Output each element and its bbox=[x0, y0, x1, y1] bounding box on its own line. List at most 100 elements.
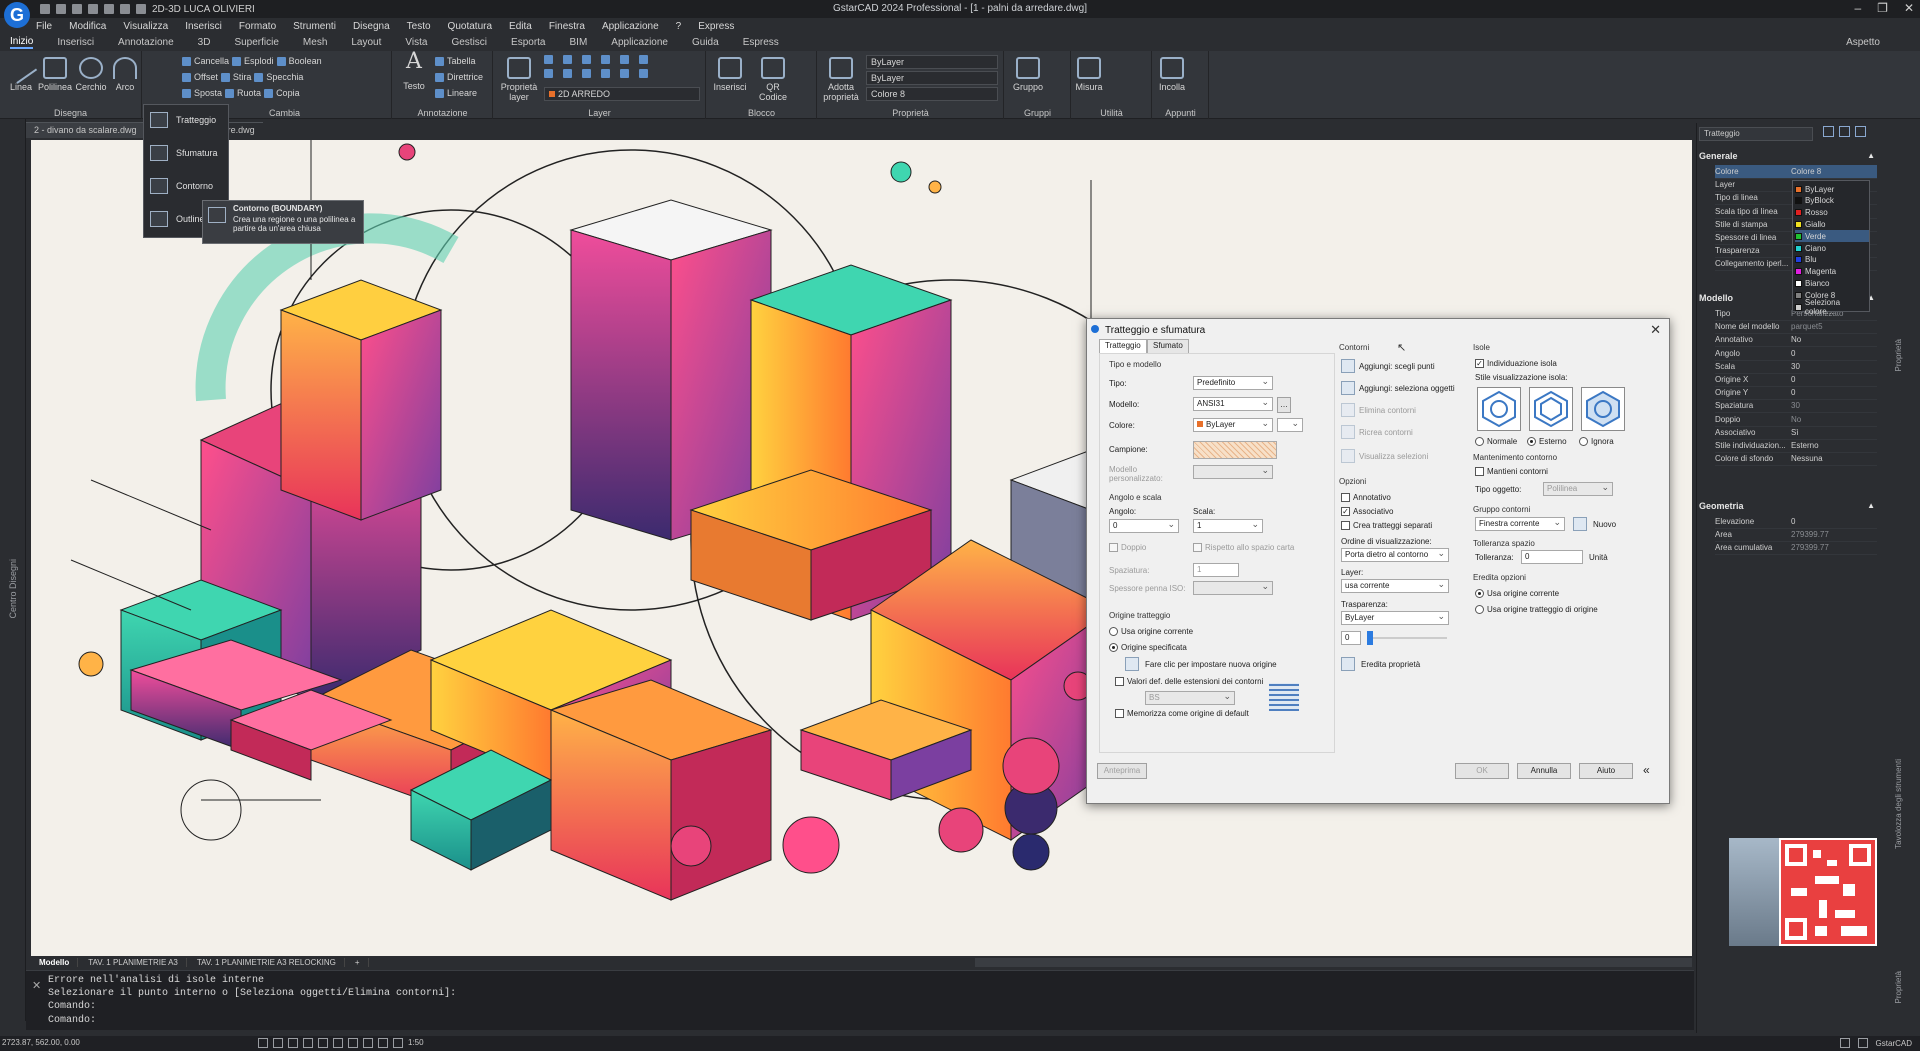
esterno-radio[interactable] bbox=[1527, 437, 1536, 446]
add-layout-button[interactable]: + bbox=[347, 957, 369, 967]
stretch-button[interactable]: Stira bbox=[233, 72, 252, 82]
property-row[interactable]: Nome del modello parquet5 bbox=[1715, 320, 1877, 335]
measure-button[interactable]: Misura bbox=[1072, 57, 1106, 92]
layout-tab[interactable]: TAV. 1 PLANIMETRIE A3 RELOCKING bbox=[189, 957, 345, 967]
layout-tab[interactable]: TAV. 1 PLANIMETRIE A3 bbox=[80, 957, 187, 967]
color-option[interactable]: Verde bbox=[1795, 230, 1869, 243]
custom-pattern-select[interactable] bbox=[1193, 465, 1273, 479]
layer-tool-icon[interactable] bbox=[620, 69, 629, 78]
menu-item-visualizza[interactable]: Visualizza bbox=[123, 21, 168, 32]
menu-item-testo[interactable]: Testo bbox=[407, 21, 431, 32]
customize-icon[interactable] bbox=[1857, 1038, 1868, 1048]
valori-checkbox[interactable] bbox=[1115, 677, 1124, 686]
annotation-visibility-icon[interactable] bbox=[393, 1038, 403, 1048]
tab-3d[interactable]: 3D bbox=[198, 37, 211, 48]
linetype-combo[interactable]: ByLayer bbox=[866, 71, 998, 85]
object-type-selector[interactable]: Tratteggio bbox=[1699, 127, 1813, 141]
panel-title-disegna[interactable]: Disegna bbox=[0, 108, 141, 118]
ordine-select[interactable]: Porta dietro al contorno bbox=[1341, 548, 1449, 562]
tab-inizio[interactable]: Inizio bbox=[10, 36, 34, 49]
horizontal-scrollbar[interactable] bbox=[975, 958, 1692, 967]
menu-item-formato[interactable]: Formato bbox=[239, 21, 276, 32]
property-value[interactable]: parquet5 bbox=[1791, 320, 1875, 334]
appearance-menu[interactable]: Aspetto bbox=[1846, 37, 1880, 48]
layer-properties-button[interactable]: Proprietà layer bbox=[500, 57, 538, 102]
layer-tool-icon[interactable] bbox=[563, 55, 572, 64]
menu-item-file[interactable]: File bbox=[36, 21, 52, 32]
property-row[interactable]: Angolo 0 bbox=[1715, 347, 1877, 361]
property-row[interactable]: Annotativo No bbox=[1715, 333, 1877, 348]
grid-toggle-icon[interactable] bbox=[258, 1038, 268, 1048]
menu-item-[interactable]: ? bbox=[676, 21, 682, 32]
trasparenza-slider-thumb[interactable] bbox=[1367, 631, 1373, 645]
property-row[interactable]: Stile individuazion... Esterno bbox=[1715, 439, 1877, 453]
close-icon[interactable]: ✕ bbox=[32, 979, 41, 992]
property-value[interactable]: Sì bbox=[1791, 426, 1875, 440]
doc-tab[interactable]: 2 - divano da scalare.dwg bbox=[26, 122, 145, 138]
panel-title-proprieta[interactable]: Proprietà bbox=[818, 108, 1003, 118]
menu-item-strumenti[interactable]: Strumenti bbox=[293, 21, 336, 32]
angolo-select[interactable]: 0 bbox=[1109, 519, 1179, 533]
annotativo-checkbox[interactable] bbox=[1341, 493, 1350, 502]
quick-select-icon[interactable] bbox=[1855, 126, 1866, 137]
transparency-toggle-icon[interactable] bbox=[363, 1038, 373, 1048]
layer-tool-icon[interactable] bbox=[639, 69, 648, 78]
property-value[interactable]: Colore 8 bbox=[1791, 165, 1875, 179]
minimize-icon[interactable]: – bbox=[1854, 1, 1861, 15]
tipo-oggetto-select[interactable]: Polilinea bbox=[1543, 482, 1613, 496]
preview-button[interactable]: Anteprima bbox=[1097, 763, 1147, 779]
property-row[interactable]: Origine X 0 bbox=[1715, 373, 1877, 387]
eredita-corrente-radio[interactable] bbox=[1475, 589, 1484, 598]
pattern-swatch[interactable] bbox=[1193, 441, 1277, 459]
property-value[interactable]: 279399.77 bbox=[1791, 541, 1875, 555]
menu-item-disegna[interactable]: Disegna bbox=[353, 21, 390, 32]
menu-item-applicazione[interactable]: Applicazione bbox=[602, 21, 659, 32]
copy-button[interactable]: Copia bbox=[276, 88, 300, 98]
tab-applicazione[interactable]: Applicazione bbox=[611, 37, 668, 48]
island-outer-icon[interactable] bbox=[1529, 387, 1573, 431]
boolean-button[interactable]: Boolean bbox=[289, 56, 322, 66]
remove-boundaries-button[interactable]: Elimina contorni bbox=[1359, 406, 1416, 415]
panel-title-gruppi[interactable]: Gruppi bbox=[1005, 108, 1070, 118]
view-selections-icon[interactable] bbox=[1341, 449, 1355, 463]
paste-button[interactable]: Incolla bbox=[1155, 57, 1189, 92]
move-button[interactable]: Sposta bbox=[194, 88, 222, 98]
layer-tool-icon[interactable] bbox=[544, 69, 553, 78]
memorizza-checkbox[interactable] bbox=[1115, 709, 1124, 718]
ok-button[interactable]: OK bbox=[1455, 763, 1509, 779]
menu-item-quotatura[interactable]: Quotatura bbox=[448, 21, 492, 32]
new-boundary-set-button[interactable]: Nuovo bbox=[1593, 520, 1616, 529]
select-objects-icon[interactable] bbox=[1839, 126, 1850, 137]
dialog-close-icon[interactable]: ✕ bbox=[1650, 322, 1661, 338]
layer-tool-icon[interactable] bbox=[563, 69, 572, 78]
layer-tool-icon[interactable] bbox=[601, 55, 610, 64]
inherit-properties-button[interactable]: Eredita proprietà bbox=[1361, 660, 1420, 669]
tool-palettes-side-label[interactable]: Tavolozza degli strumenti bbox=[1894, 759, 1903, 849]
close-icon[interactable]: ✕ bbox=[1904, 1, 1914, 15]
property-row[interactable]: Colore Colore 8 bbox=[1715, 165, 1877, 179]
origine-specificata-radio[interactable] bbox=[1109, 643, 1118, 652]
add-pick-points-icon[interactable] bbox=[1341, 359, 1355, 373]
property-value[interactable]: 30 bbox=[1791, 360, 1875, 374]
property-value[interactable]: 0 bbox=[1791, 347, 1875, 361]
panel-title-annotazione[interactable]: Annotazione bbox=[393, 108, 492, 118]
layer-tool-icon[interactable] bbox=[620, 55, 629, 64]
property-value[interactable]: 30 bbox=[1791, 399, 1875, 413]
erase-button[interactable]: Cancella bbox=[194, 56, 229, 66]
property-row[interactable]: Associativo Sì bbox=[1715, 426, 1877, 440]
property-row[interactable]: Elevazione 0 bbox=[1715, 515, 1877, 529]
color-option[interactable]: ByLayer bbox=[1795, 183, 1869, 195]
remove-boundaries-icon[interactable] bbox=[1341, 403, 1355, 417]
property-value[interactable]: 0 bbox=[1791, 515, 1875, 529]
annotation-scale[interactable]: 1:50 bbox=[408, 1038, 424, 1048]
property-row[interactable]: Origine Y 0 bbox=[1715, 386, 1877, 401]
add-select-objects-icon[interactable] bbox=[1341, 381, 1355, 395]
bgcolor-select[interactable] bbox=[1277, 418, 1303, 432]
otrack-toggle-icon[interactable] bbox=[333, 1038, 343, 1048]
panel-title-layer[interactable]: Layer bbox=[494, 108, 705, 118]
layer-combo[interactable]: 2D ARREDO bbox=[544, 87, 700, 101]
color-option[interactable]: Seleziona colore... bbox=[1795, 298, 1869, 316]
tab-guida[interactable]: Guida bbox=[692, 37, 719, 48]
properties-side-label-2[interactable]: Proprietà bbox=[1894, 971, 1903, 1003]
lineweight-toggle-icon[interactable] bbox=[348, 1038, 358, 1048]
